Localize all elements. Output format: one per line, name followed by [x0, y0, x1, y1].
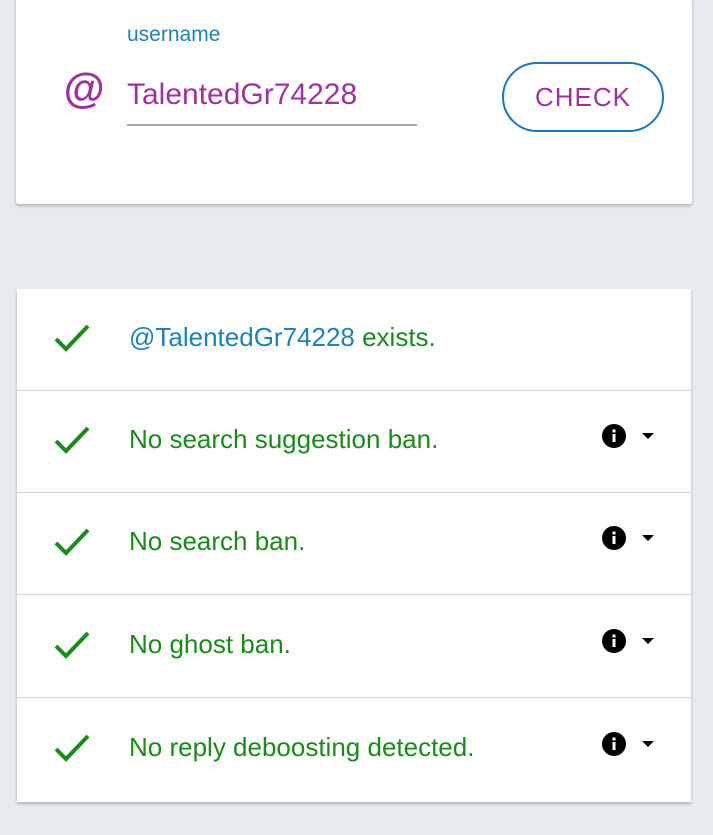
result-row-search-suggestion-ban: No search suggestion ban. — [17, 391, 691, 493]
info-icon[interactable] — [602, 424, 626, 448]
result-message: No search ban. — [129, 526, 306, 556]
check-icon — [54, 324, 90, 352]
caret-down-icon[interactable] — [641, 637, 655, 645]
result-message: No ghost ban. — [129, 629, 291, 659]
username-input[interactable] — [127, 66, 417, 126]
result-row-search-ban: No search ban. — [17, 493, 691, 595]
result-message: exists. — [354, 322, 436, 352]
result-text: @TalentedGr74228 exists. — [129, 322, 436, 353]
check-icon — [54, 528, 90, 556]
username-search-card: @ username CHECK — [16, 0, 692, 204]
results-list: @TalentedGr74228 exists. No search sugge… — [17, 289, 691, 802]
caret-down-icon[interactable] — [641, 740, 655, 748]
result-row-ghost-ban: No ghost ban. — [17, 596, 691, 698]
info-icon[interactable] — [602, 732, 626, 756]
result-message: No reply deboosting detected. — [129, 732, 475, 762]
at-icon: @ — [63, 65, 104, 112]
check-button[interactable]: CHECK — [502, 62, 664, 132]
username-label: username — [127, 23, 221, 46]
result-message: No search suggestion ban. — [129, 424, 439, 454]
result-row-reply-deboosting: No reply deboosting detected. — [17, 699, 691, 801]
info-icon[interactable] — [602, 526, 626, 550]
check-icon — [54, 734, 90, 762]
check-icon — [54, 426, 90, 454]
check-icon — [54, 631, 90, 659]
caret-down-icon[interactable] — [641, 534, 655, 542]
username-handle: @TalentedGr74228 — [129, 322, 355, 352]
info-icon[interactable] — [602, 629, 626, 653]
caret-down-icon[interactable] — [641, 432, 655, 440]
result-row-exists: @TalentedGr74228 exists. — [17, 289, 691, 391]
